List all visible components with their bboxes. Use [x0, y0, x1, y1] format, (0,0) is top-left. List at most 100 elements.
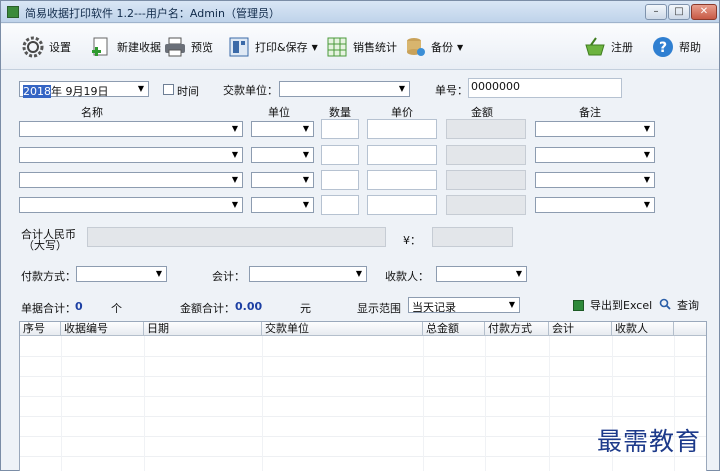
- date-picker[interactable]: 2018年 9月19日 ▼: [19, 81, 149, 98]
- chevron-down-icon: ▼: [231, 200, 239, 209]
- item-price-field[interactable]: [367, 145, 437, 165]
- backup-button[interactable]: 备份 ▼: [403, 33, 463, 61]
- register-label: 注册: [611, 41, 633, 54]
- col-note-header: 备注: [579, 106, 601, 119]
- date-year: 2018: [23, 85, 51, 98]
- register-button[interactable]: 注册: [583, 33, 633, 61]
- gear-icon: [21, 35, 45, 59]
- minimize-button[interactable]: –: [645, 4, 667, 20]
- accountant-label: 会计：: [212, 270, 245, 283]
- chevron-down-icon: ▼: [515, 269, 523, 278]
- item-price-field[interactable]: [367, 119, 437, 139]
- total-amount-field: [432, 227, 513, 247]
- item-note-combo[interactable]: ▼: [535, 147, 655, 163]
- payment-method-label: 付款方式：: [21, 270, 76, 283]
- settings-button[interactable]: 设置: [21, 33, 71, 61]
- search-icon: [659, 298, 671, 313]
- chevron-down-icon: ▼: [302, 175, 310, 184]
- chevron-down-icon: ▼: [398, 84, 406, 93]
- grid-col-payment[interactable]: 付款方式: [485, 322, 549, 336]
- help-label: 帮助: [679, 41, 701, 54]
- grid-col-accountant[interactable]: 会计: [549, 322, 612, 336]
- item-unit-combo[interactable]: ▼: [251, 147, 314, 163]
- basket-icon: [583, 35, 607, 59]
- chevron-down-icon: ▼: [643, 200, 651, 209]
- payee-label: 收款人：: [385, 270, 429, 283]
- time-checkbox[interactable]: [163, 84, 174, 95]
- count-label: 单据合计：: [21, 302, 76, 315]
- item-note-combo[interactable]: ▼: [535, 172, 655, 188]
- spreadsheet-icon: [325, 35, 349, 59]
- col-price-header: 单价: [391, 106, 413, 119]
- chevron-down-icon: ▼: [457, 42, 464, 52]
- item-qty-field[interactable]: [321, 195, 359, 215]
- search-button[interactable]: 查询: [659, 297, 699, 313]
- amount-total-value: 0.00: [235, 300, 263, 313]
- preview-button[interactable]: 预览: [163, 33, 213, 61]
- chevron-down-icon: ▼: [137, 84, 145, 93]
- print-save-button[interactable]: 打印&保存 ▼: [227, 33, 318, 61]
- col-qty-header: 数量: [329, 106, 351, 119]
- payee-combo[interactable]: ▼: [436, 266, 527, 282]
- app-icon: [7, 6, 19, 18]
- window-title: 简易收据打印软件 1.2---用户名：Admin（管理员）: [25, 7, 280, 20]
- grid-col-total[interactable]: 总金额: [423, 322, 485, 336]
- item-amount-field: [446, 119, 526, 139]
- grid-col-index[interactable]: 序号: [20, 322, 61, 336]
- grid-col-receipt-no[interactable]: 收据编号: [61, 322, 144, 336]
- chevron-down-icon: ▼: [302, 150, 310, 159]
- close-button[interactable]: ✕: [691, 4, 717, 20]
- title-bar: 简易收据打印软件 1.2---用户名：Admin（管理员） – □ ✕: [1, 1, 719, 23]
- item-amount-field: [446, 145, 526, 165]
- maximize-button[interactable]: □: [668, 4, 690, 20]
- item-amount-field: [446, 170, 526, 190]
- chevron-down-icon: ▼: [311, 42, 318, 52]
- col-amount-header: 金额: [471, 106, 493, 119]
- number-field[interactable]: 0000000: [468, 78, 622, 98]
- range-combo[interactable]: 当天记录 ▼: [408, 297, 520, 314]
- chevron-down-icon: ▼: [302, 200, 310, 209]
- new-receipt-button[interactable]: 新建收据: [89, 33, 161, 61]
- settings-label: 设置: [49, 41, 71, 54]
- new-document-icon: [89, 35, 113, 59]
- grid-col-date[interactable]: 日期: [144, 322, 262, 336]
- item-qty-field[interactable]: [321, 119, 359, 139]
- col-unit-header: 单位: [268, 106, 290, 119]
- payer-combo[interactable]: ▼: [279, 81, 410, 97]
- number-label: 单号：: [435, 84, 468, 97]
- grid-col-payee[interactable]: 收款人: [612, 322, 674, 336]
- svg-text:?: ?: [659, 40, 667, 56]
- database-icon: [403, 35, 427, 59]
- print-save-label: 打印&保存: [255, 41, 308, 54]
- amount-total-unit: 元: [300, 302, 311, 315]
- item-unit-combo[interactable]: ▼: [251, 197, 314, 213]
- export-excel-button[interactable]: 导出到Excel: [573, 297, 652, 313]
- item-name-combo[interactable]: ▼: [19, 121, 243, 137]
- chevron-down-icon: ▼: [355, 269, 363, 278]
- item-price-field[interactable]: [367, 170, 437, 190]
- chevron-down-icon: ▼: [155, 269, 163, 278]
- item-qty-field[interactable]: [321, 145, 359, 165]
- item-note-combo[interactable]: ▼: [535, 197, 655, 213]
- help-button[interactable]: ? 帮助: [651, 33, 701, 61]
- item-name-combo[interactable]: ▼: [19, 197, 243, 213]
- total-rmb-field: [87, 227, 386, 247]
- item-unit-combo[interactable]: ▼: [251, 172, 314, 188]
- item-price-field[interactable]: [367, 195, 437, 215]
- total-rmb-sublabel: （大写）: [23, 239, 67, 252]
- payer-label: 交款单位：: [223, 84, 278, 97]
- item-unit-combo[interactable]: ▼: [251, 121, 314, 137]
- count-value: 0: [75, 300, 83, 313]
- chevron-down-icon: ▼: [643, 175, 651, 184]
- sales-stats-button[interactable]: 销售统计: [325, 33, 397, 61]
- printer-preview-icon: [163, 35, 187, 59]
- item-name-combo[interactable]: ▼: [19, 147, 243, 163]
- accountant-combo[interactable]: ▼: [249, 266, 367, 282]
- payment-method-combo[interactable]: ▼: [76, 266, 167, 282]
- item-note-combo[interactable]: ▼: [535, 121, 655, 137]
- item-name-combo[interactable]: ▼: [19, 172, 243, 188]
- item-qty-field[interactable]: [321, 170, 359, 190]
- grid-col-payer[interactable]: 交款单位: [262, 322, 423, 336]
- yuan-symbol-label: ¥：: [403, 234, 421, 247]
- chevron-down-icon: ▼: [231, 150, 239, 159]
